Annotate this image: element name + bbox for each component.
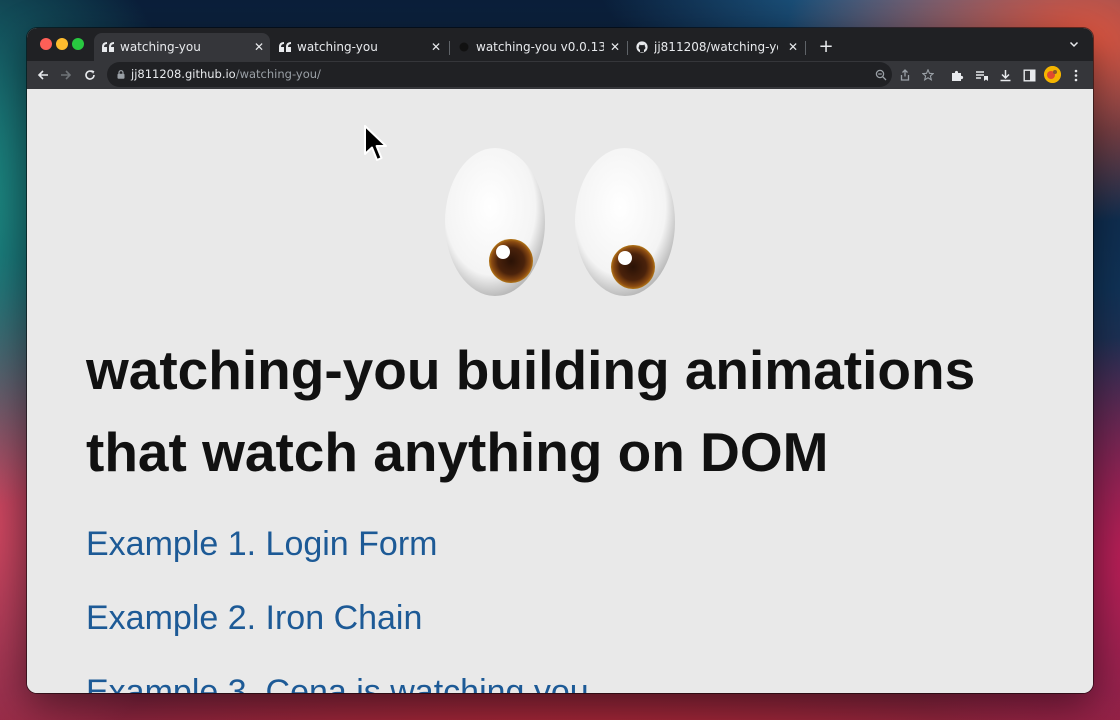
tab-watching-you-release[interactable]: watching-you v0.0.13 | E ✕ bbox=[450, 33, 626, 61]
arrow-left-icon bbox=[37, 70, 48, 80]
page-headline: watching-you building animations that wa… bbox=[86, 329, 1046, 493]
address-url: jj811208.github.io/watching-you/ bbox=[131, 62, 321, 87]
left-iris bbox=[489, 239, 533, 283]
example-3-link[interactable]: Example 3. Cena is watching you bbox=[86, 672, 589, 693]
example-2-link[interactable]: Example 2. Iron Chain bbox=[86, 598, 422, 638]
tab-title: jj811208/watching-you: bbox=[654, 40, 778, 54]
chevron-down-icon[interactable] bbox=[1069, 39, 1079, 49]
profile-avatar[interactable] bbox=[1044, 66, 1061, 83]
reload-icon bbox=[85, 70, 95, 80]
dot-icon bbox=[459, 42, 469, 52]
page-content: watching-you building animations that wa… bbox=[27, 89, 1093, 693]
close-tab-icon[interactable]: ✕ bbox=[254, 33, 264, 61]
zoom-icon[interactable] bbox=[873, 67, 889, 83]
mouse-cursor-icon bbox=[364, 125, 387, 161]
browser-toolbar: jj811208.github.io/watching-you/ bbox=[27, 61, 1093, 89]
arrow-right-icon bbox=[61, 70, 72, 80]
tab-title: watching-you bbox=[120, 40, 201, 54]
close-tab-icon[interactable]: ✕ bbox=[788, 33, 798, 61]
tab-watching-you-1[interactable]: watching-you ✕ bbox=[94, 33, 270, 61]
github-icon bbox=[636, 41, 648, 53]
quote-icon bbox=[279, 42, 291, 52]
close-tab-icon[interactable]: ✕ bbox=[610, 33, 620, 61]
new-tab-button[interactable]: + bbox=[812, 33, 840, 61]
more-menu-icon[interactable] bbox=[1068, 67, 1084, 83]
tab-github-repo[interactable]: jj811208/watching-you: ✕ bbox=[628, 33, 804, 61]
avatar-image bbox=[1044, 66, 1061, 83]
right-iris bbox=[611, 245, 655, 289]
side-panel-icon[interactable] bbox=[1021, 67, 1037, 83]
tab-strip: watching-you ✕ watching-you ✕ watching-y… bbox=[27, 28, 1093, 61]
address-bar[interactable]: jj811208.github.io/watching-you/ bbox=[107, 62, 934, 87]
close-window-button[interactable] bbox=[40, 38, 52, 50]
forward-button[interactable] bbox=[55, 61, 77, 89]
back-button[interactable] bbox=[32, 61, 54, 89]
minimize-window-button[interactable] bbox=[56, 38, 68, 50]
quote-icon bbox=[102, 42, 114, 52]
close-tab-icon[interactable]: ✕ bbox=[431, 33, 441, 61]
reload-button[interactable] bbox=[79, 61, 101, 89]
url-host: jj811208.github.io bbox=[131, 67, 236, 81]
reading-list-icon[interactable] bbox=[973, 67, 989, 83]
browser-window: watching-you ✕ watching-you ✕ watching-y… bbox=[27, 28, 1093, 693]
right-eye-highlight bbox=[618, 251, 632, 265]
extensions-puzzle-icon[interactable] bbox=[949, 67, 965, 83]
zoom-window-button[interactable] bbox=[72, 38, 84, 50]
lock-icon[interactable] bbox=[117, 70, 125, 79]
example-1-link[interactable]: Example 1. Login Form bbox=[86, 524, 438, 564]
share-icon[interactable] bbox=[897, 67, 913, 83]
bookmark-star-icon[interactable] bbox=[920, 67, 936, 83]
tab-watching-you-2[interactable]: watching-you ✕ bbox=[271, 33, 447, 61]
left-eye-highlight bbox=[496, 245, 510, 259]
download-icon[interactable] bbox=[997, 67, 1013, 83]
headline-brand: watching-you bbox=[86, 339, 441, 401]
tab-separator bbox=[805, 41, 806, 55]
tab-title: watching-you v0.0.13 | E bbox=[476, 40, 604, 54]
tab-title: watching-you bbox=[297, 40, 378, 54]
eyes-emoji-icon bbox=[445, 148, 675, 296]
url-path: /watching-you/ bbox=[235, 67, 321, 81]
